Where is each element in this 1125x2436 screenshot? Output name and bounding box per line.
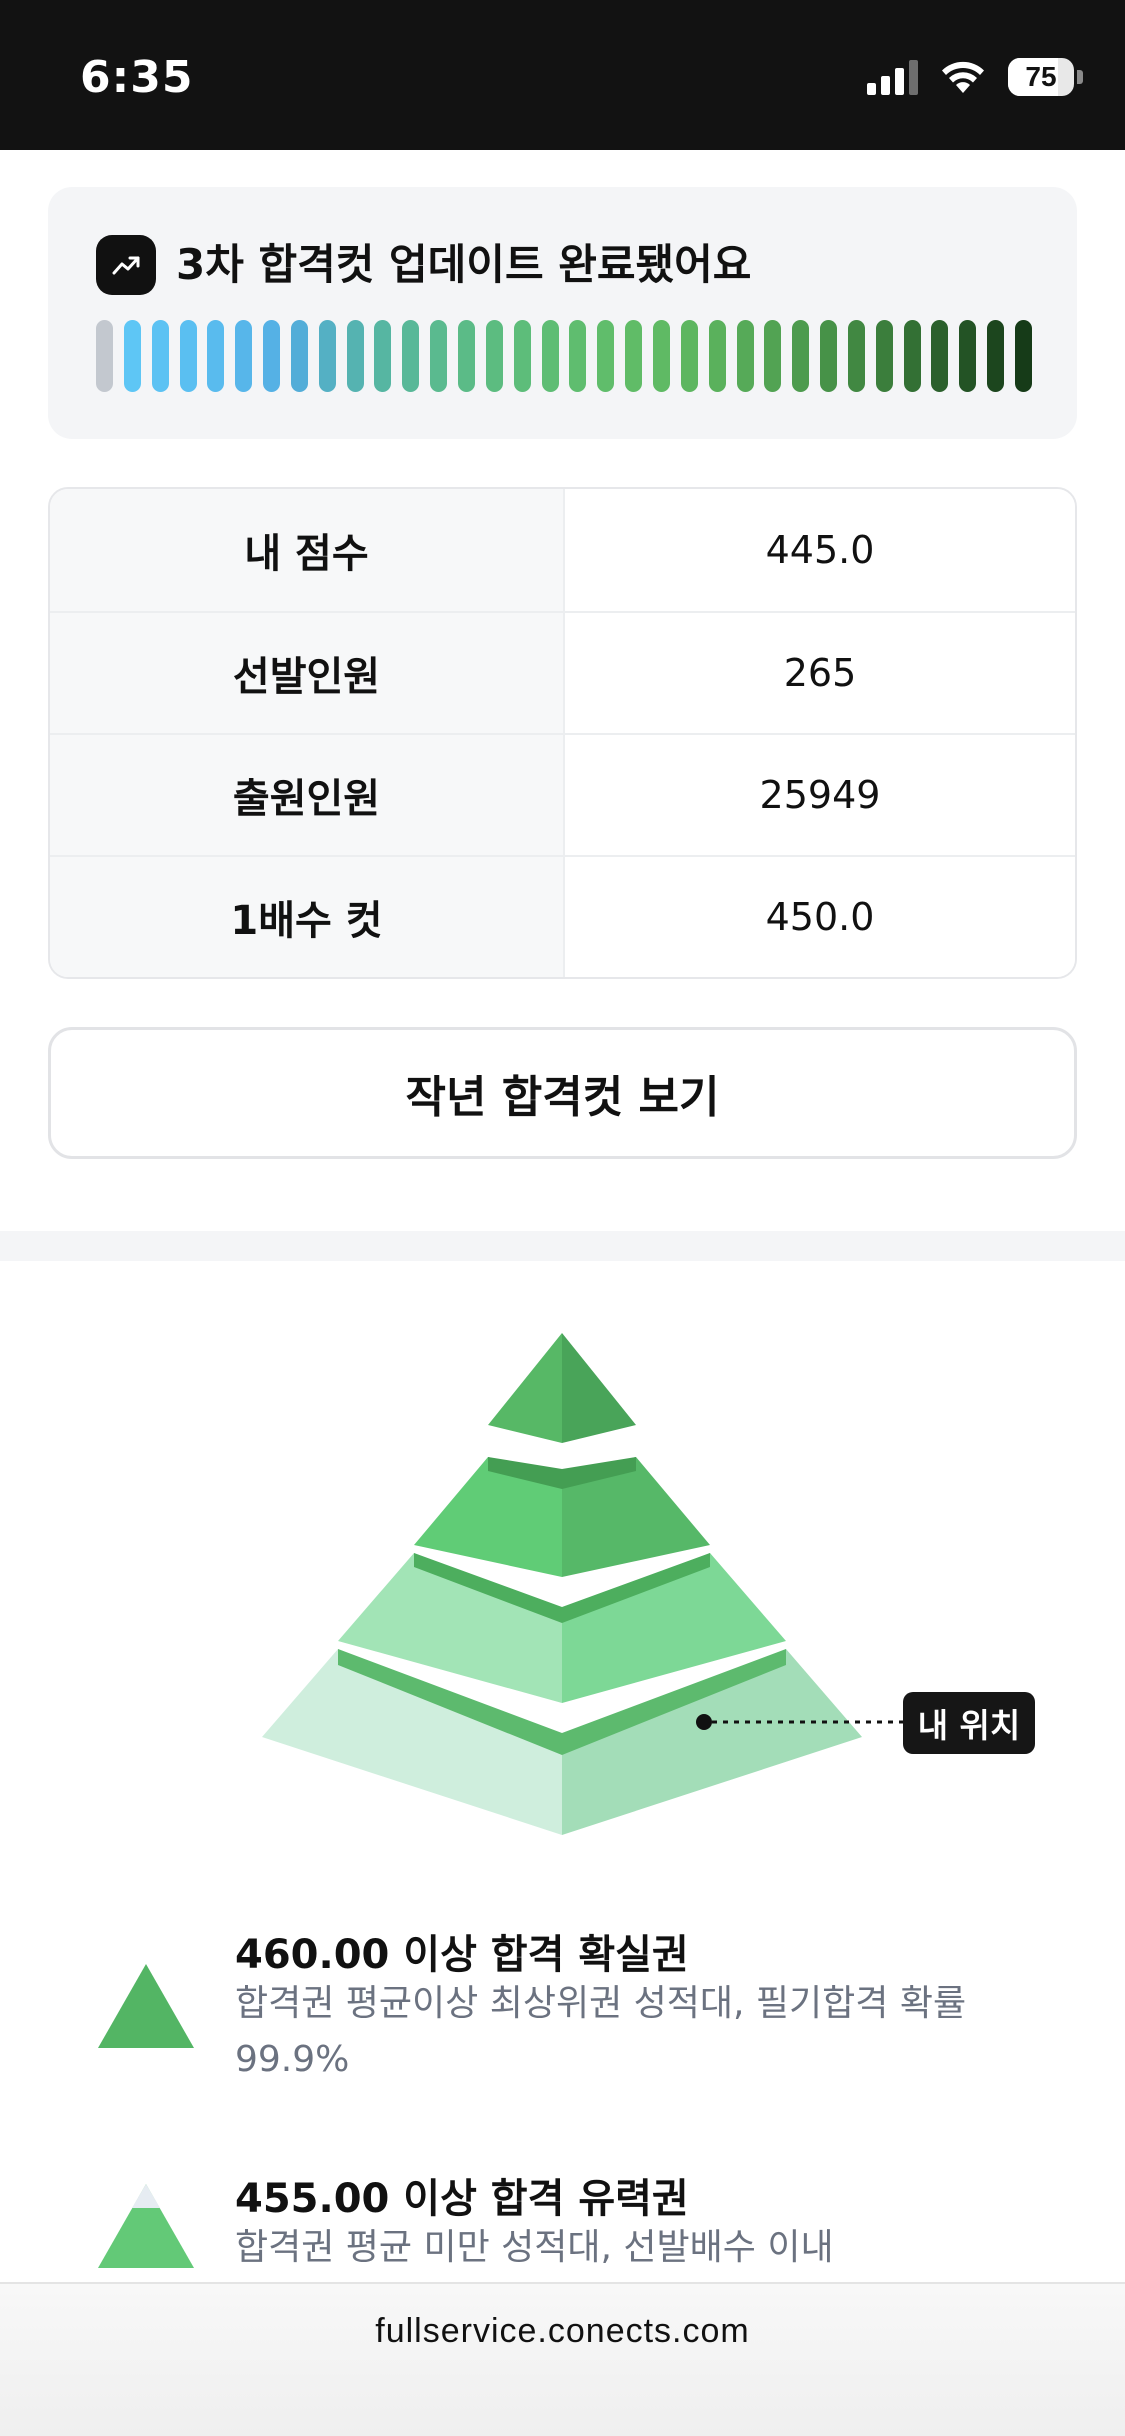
pyramid-tier-1-left [488, 1333, 562, 1443]
row-value: 265 [565, 613, 1075, 733]
legend-title: 460.00 이상 합격 확실권 [235, 1932, 689, 1978]
browser-address-bar[interactable]: fullservice.conects.com [0, 2282, 1125, 2436]
progress-segment [430, 320, 448, 392]
progress-segment [318, 320, 336, 392]
update-title: 3차 합격컷 업데이트 완료됐어요 [176, 240, 752, 289]
table-row: 선발인원 265 [50, 611, 1075, 733]
last-year-cutoff-button[interactable]: 작년 합격컷 보기 [48, 1027, 1077, 1159]
progress-segment [820, 320, 838, 392]
progress-segment [151, 320, 169, 392]
progress-segment [179, 320, 197, 392]
wifi-icon [942, 61, 984, 93]
progress-segment [458, 320, 476, 392]
progress-segment [541, 320, 559, 392]
table-row: 내 점수 445.0 [50, 489, 1075, 611]
status-bar: 6:35 75 [0, 0, 1125, 150]
progress-segment [597, 320, 615, 392]
row-label: 내 점수 [50, 489, 565, 611]
row-label: 1배수 컷 [50, 857, 565, 977]
status-time: 6:35 [80, 52, 194, 103]
progress-segment [792, 320, 810, 392]
score-table: 내 점수 445.0 선발인원 265 출원인원 25949 1배수 컷 450… [48, 487, 1077, 979]
battery-level: 75 [1025, 61, 1057, 92]
table-row: 출원인원 25949 [50, 733, 1075, 855]
progress-segment [987, 320, 1005, 392]
legend-description: 합격권 평균 미만 성적대, 선발배수 이내 [235, 2227, 834, 2268]
progress-segment [708, 320, 726, 392]
progress-segment [374, 320, 392, 392]
trending-up-icon [96, 235, 156, 295]
progress-segment [485, 320, 503, 392]
progress-segment [652, 320, 670, 392]
legend-description: 합격권 평균이상 최상위권 성적대, 필기합격 확률 99.9% [235, 1983, 967, 2080]
rank-pyramid-graphic [262, 1333, 903, 1835]
progress-segment [1015, 320, 1032, 392]
row-label: 선발인원 [50, 613, 565, 733]
table-row: 1배수 컷 450.0 [50, 855, 1075, 977]
progress-segment [513, 320, 531, 392]
progress-segment [123, 320, 141, 392]
progress-segment [625, 320, 643, 392]
my-position-badge: 내 위치 [903, 1692, 1035, 1754]
row-value: 450.0 [565, 857, 1075, 977]
triangle-tier-1-icon [98, 1964, 194, 2048]
progress-segment [847, 320, 865, 392]
legend-title: 455.00 이상 합격 유력권 [235, 2176, 689, 2222]
progress-segment [875, 320, 893, 392]
cellular-signal-icon [867, 59, 918, 95]
status-icons: 75 [867, 58, 1083, 96]
pyramid-tier-1-right [562, 1333, 636, 1443]
my-position-dot [696, 1714, 712, 1730]
progress-segment [235, 320, 253, 392]
section-divider [0, 1231, 1125, 1261]
row-label: 출원인원 [50, 735, 565, 855]
update-progress-bars [96, 320, 1032, 392]
progress-segment [931, 320, 949, 392]
progress-segment [959, 320, 977, 392]
row-value: 445.0 [565, 489, 1075, 611]
progress-segment [569, 320, 587, 392]
row-value: 25949 [565, 735, 1075, 855]
progress-segment [903, 320, 921, 392]
progress-segment [402, 320, 420, 392]
progress-segment [736, 320, 754, 392]
update-notice-card: 3차 합격컷 업데이트 완료됐어요 [48, 187, 1077, 439]
progress-segment [290, 320, 308, 392]
triangle-tier-2-icon [98, 2184, 194, 2268]
progress-segment [207, 320, 225, 392]
progress-segment [680, 320, 698, 392]
url-text[interactable]: fullservice.conects.com [0, 2312, 1125, 2351]
progress-segment [764, 320, 782, 392]
progress-segment [346, 320, 364, 392]
progress-segment [263, 320, 281, 392]
progress-segment [96, 320, 113, 392]
battery-icon: 75 [1008, 58, 1083, 96]
